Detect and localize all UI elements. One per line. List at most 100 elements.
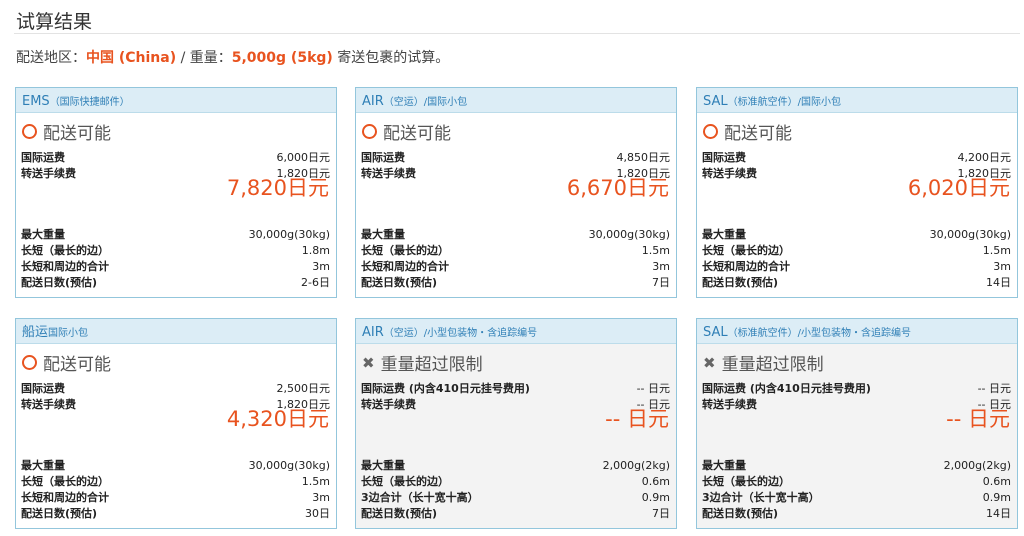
- spec-row: 长短（最长的边） 0.6m: [702, 474, 1011, 489]
- spec-label: 长短和周边的合计: [21, 491, 109, 504]
- fee-label: 转送手续费: [702, 398, 757, 411]
- status-text: 重量超过限制: [380, 355, 483, 375]
- spec-label: 最大重量: [361, 228, 405, 241]
- cross-icon: ✖: [703, 353, 716, 372]
- spec-row: 长短和周边的合计 3m: [21, 259, 330, 274]
- region-label: 配送地区：: [16, 50, 86, 66]
- spec-value: 0.9m: [641, 491, 670, 504]
- spec-label: 3边合计（长十宽十高）: [361, 491, 479, 504]
- fee-label: 国际运费: [21, 151, 65, 164]
- spec-row: 长短和周边的合计 3m: [702, 259, 1011, 274]
- fee-row: 国际运费 4,200日元: [702, 150, 1011, 165]
- fee-value: -- 日元: [977, 382, 1011, 395]
- circle-icon: [22, 355, 37, 370]
- spec-row: 长短和周边的合计 3m: [21, 490, 330, 505]
- total-price: 6,670日元: [566, 176, 669, 200]
- status-text: 配送可能: [43, 124, 111, 144]
- fee-label: 国际运费: [361, 151, 405, 164]
- page: 试算结果 配送地区：中国 (China) / 重量：5,000g (5kg) 寄…: [0, 0, 1024, 536]
- spec-value: 30,000g(30kg): [588, 228, 670, 241]
- fee-value: -- 日元: [636, 382, 670, 395]
- service-name: AIR: [362, 94, 384, 109]
- shipping-option-card: EMS（国际快捷邮件） 配送可能 国际运费 6,000日元 转送手续费 1,820日元 7,…: [15, 87, 337, 298]
- service-subtitle: （空运）/小型包装物・含追踪编号: [383, 328, 538, 339]
- spec-label: 配送日数(预估): [361, 276, 438, 289]
- card-header: SAL（标准航空件）/小型包装物・含追踪编号: [697, 319, 1017, 344]
- spec-value: 30日: [305, 507, 330, 520]
- spec-label: 配送日数(预估): [21, 507, 98, 520]
- spec-row: 3边合计（长十宽十高） 0.9m: [702, 490, 1011, 505]
- spec-row: 长短（最长的边） 1.5m: [361, 243, 670, 258]
- spec-label: 长短和周边的合计: [702, 260, 790, 273]
- status-text: 配送可能: [43, 355, 111, 375]
- fee-row: 国际运费 2,500日元: [21, 381, 330, 396]
- service-name: AIR: [362, 325, 384, 340]
- status-text: 配送可能: [383, 124, 451, 144]
- spec-label: 最大重量: [361, 459, 405, 472]
- spec-label: 长短（最长的边）: [702, 244, 790, 257]
- spec-label: 最大重量: [702, 459, 746, 472]
- fee-label: 国际运费: [702, 151, 746, 164]
- circle-icon: [703, 124, 718, 139]
- availability-status: 配送可能: [362, 119, 451, 144]
- card-header: SAL（标准航空件）/国际小包: [697, 88, 1017, 113]
- service-subtitle: （标准航空件）/国际小包: [727, 97, 842, 108]
- status-text: 配送可能: [724, 124, 792, 144]
- total-price: 7,820日元: [226, 176, 329, 200]
- service-name: SAL: [703, 94, 728, 109]
- spec-value: 30,000g(30kg): [929, 228, 1011, 241]
- spec-value: 7日: [652, 276, 670, 289]
- spec-value: 1.5m: [301, 475, 330, 488]
- spec-row: 最大重量 2,000g(2kg): [361, 458, 670, 473]
- spec-row: 配送日数(预估) 7日: [361, 506, 670, 521]
- total-price: -- 日元: [605, 407, 669, 431]
- total-price: 4,320日元: [226, 407, 329, 431]
- spec-value: 1.5m: [641, 244, 670, 257]
- availability-status: 配送可能: [22, 119, 111, 144]
- fee-value: 6,000日元: [276, 151, 331, 164]
- service-name: 船运: [22, 325, 49, 340]
- fee-label: 转送手续费: [21, 167, 76, 180]
- card-header: AIR（空运）/国际小包: [356, 88, 676, 113]
- spec-value: 14日: [986, 276, 1011, 289]
- spec-row: 最大重量 30,000g(30kg): [361, 227, 670, 242]
- spec-label: 长短（最长的边）: [361, 475, 449, 488]
- circle-icon: [22, 124, 37, 139]
- calc-summary: 配送地区：中国 (China) / 重量：5,000g (5kg) 寄送包裹的试…: [16, 47, 449, 67]
- spec-label: 配送日数(预估): [702, 276, 779, 289]
- spec-row: 长短（最长的边） 0.6m: [361, 474, 670, 489]
- summary-suffix: 寄送包裹的试算。: [332, 50, 450, 66]
- card-header: 船运国际小包: [16, 319, 336, 344]
- spec-row: 配送日数(预估) 14日: [702, 275, 1011, 290]
- total-price: 6,020日元: [907, 176, 1010, 200]
- spec-label: 长短和周边的合计: [361, 260, 449, 273]
- fee-label: 国际运费: [21, 382, 65, 395]
- spec-label: 配送日数(预估): [361, 507, 438, 520]
- fee-label: 国际运费 (内含410日元挂号费用): [361, 382, 530, 395]
- spec-value: 14日: [986, 507, 1011, 520]
- fee-label: 转送手续费: [702, 167, 757, 180]
- shipping-option-card: 船运国际小包 配送可能 国际运费 2,500日元 转送手续费 1,820日元 4,320日元…: [15, 318, 337, 529]
- spec-value: 3m: [993, 260, 1011, 273]
- circle-icon: [362, 124, 377, 139]
- cross-icon: ✖: [362, 353, 375, 372]
- availability-status: ✖ 重量超过限制: [362, 350, 483, 376]
- spec-row: 长短（最长的边） 1.5m: [702, 243, 1011, 258]
- fee-label: 转送手续费: [361, 398, 416, 411]
- service-subtitle: （国际快捷邮件）: [49, 97, 130, 108]
- fee-row: 国际运费 6,000日元: [21, 150, 330, 165]
- service-name: SAL: [703, 325, 728, 340]
- fee-label: 转送手续费: [361, 167, 416, 180]
- spec-value: 0.9m: [982, 491, 1011, 504]
- card-header: AIR（空运）/小型包装物・含追踪编号: [356, 319, 676, 344]
- spec-row: 长短和周边的合计 3m: [361, 259, 670, 274]
- fee-value: 4,200日元: [957, 151, 1012, 164]
- spec-value: 3m: [312, 260, 330, 273]
- spec-value: 2,000g(2kg): [602, 459, 670, 472]
- spec-value: 2-6日: [301, 276, 330, 289]
- shipping-option-card: SAL（标准航空件）/小型包装物・含追踪编号 ✖ 重量超过限制 国际运费 (内含410…: [696, 318, 1018, 529]
- spec-value: 0.6m: [982, 475, 1011, 488]
- service-subtitle: （空运）/国际小包: [383, 97, 468, 108]
- service-name: EMS: [22, 94, 50, 109]
- spec-label: 长短（最长的边）: [702, 475, 790, 488]
